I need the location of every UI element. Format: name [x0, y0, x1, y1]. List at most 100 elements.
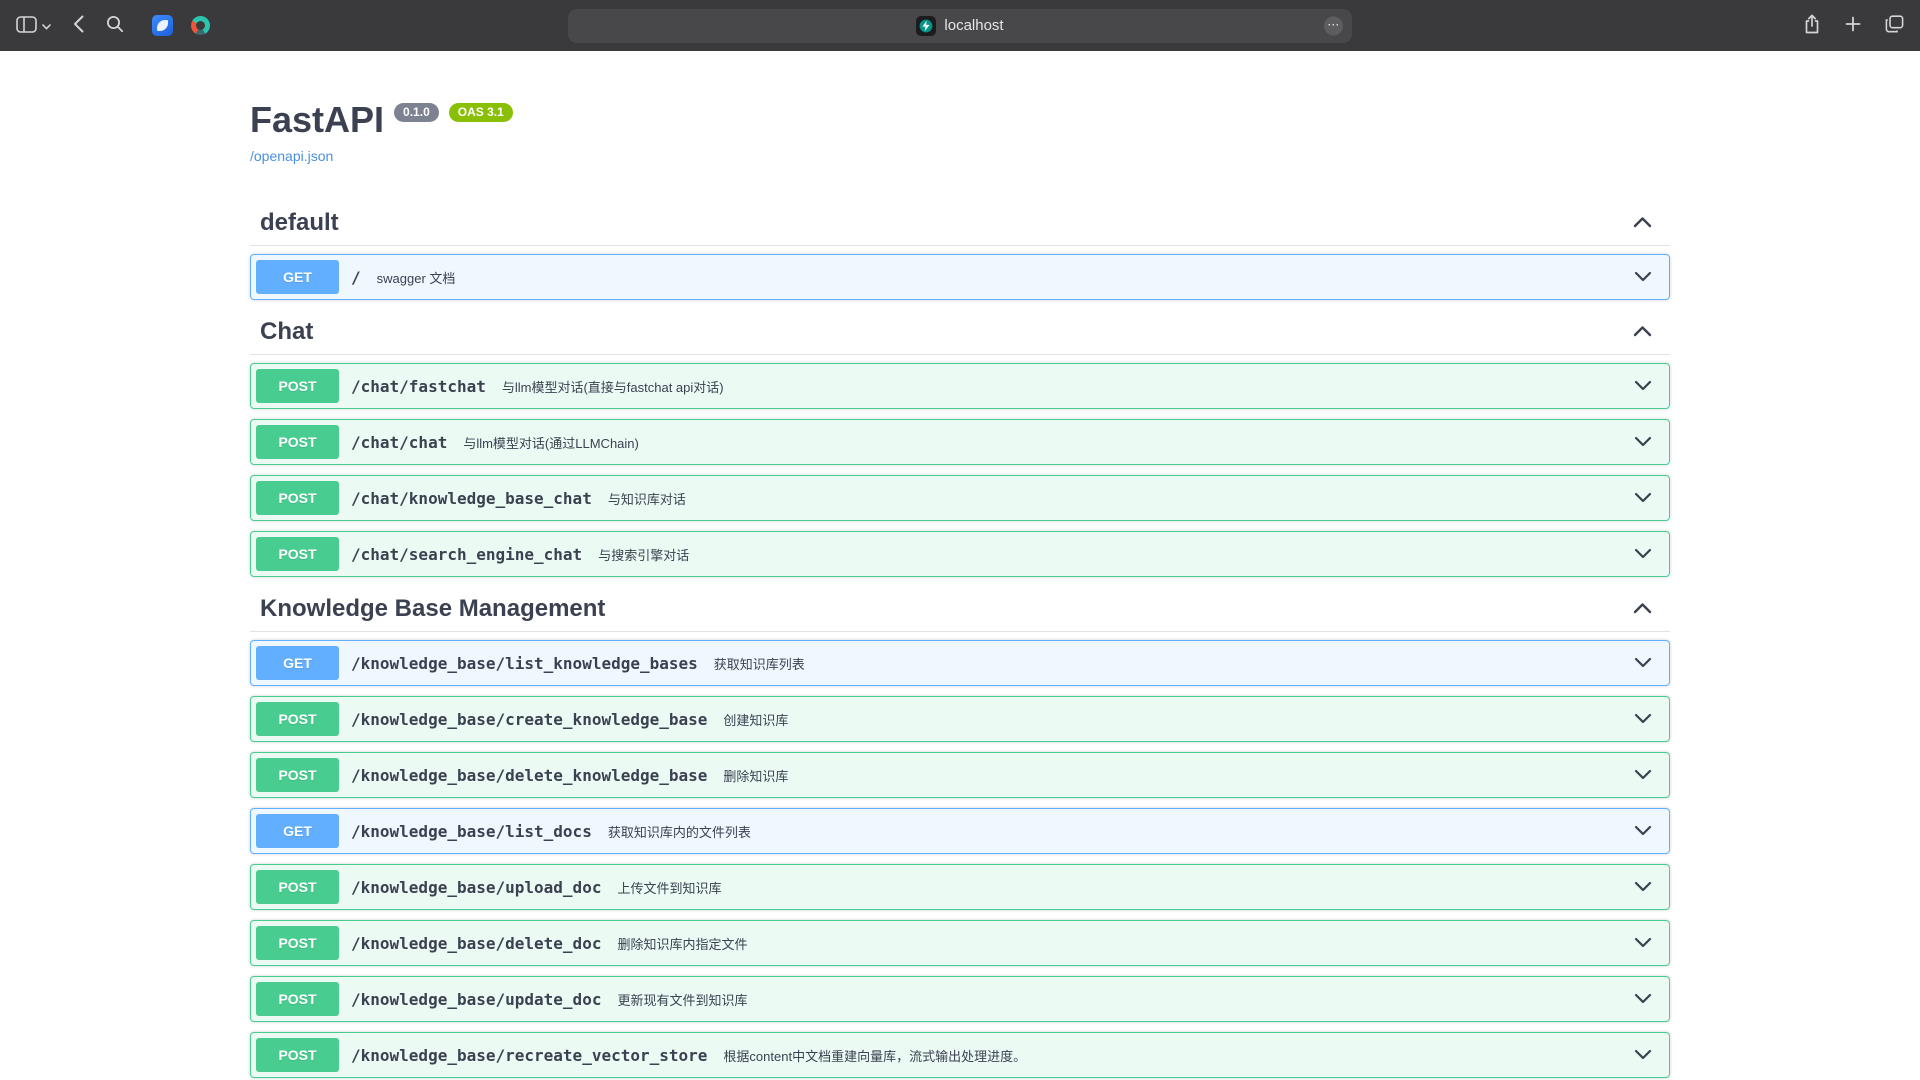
- expand-operation-button[interactable]: [1630, 652, 1656, 675]
- share-button[interactable]: [1803, 14, 1821, 37]
- operation-summary[interactable]: POST /knowledge_base/upload_doc 上传文件到知识库: [251, 865, 1669, 909]
- operation-row[interactable]: POST /knowledge_base/delete_doc 删除知识库内指定…: [250, 920, 1670, 966]
- expand-operation-button[interactable]: [1630, 708, 1656, 731]
- section-header[interactable]: Knowledge Base Management: [250, 587, 1670, 632]
- expand-operation-button[interactable]: [1630, 932, 1656, 955]
- blue-extension-icon: [152, 15, 173, 36]
- operation-path: /chat/knowledge_base_chat: [351, 489, 592, 508]
- chevron-down-icon: [1634, 712, 1652, 727]
- operation-path: /knowledge_base/list_docs: [351, 822, 592, 841]
- operation-summary[interactable]: POST /knowledge_base/update_doc 更新现有文件到知…: [251, 977, 1669, 1021]
- chevron-down-icon: [1634, 435, 1652, 450]
- operation-description: 创建知识库: [723, 710, 788, 729]
- operation-row[interactable]: POST /chat/fastchat 与llm模型对话(直接与fastchat…: [250, 363, 1670, 409]
- oas-badge: OAS 3.1: [449, 103, 513, 122]
- operation-summary[interactable]: POST /knowledge_base/delete_knowledge_ba…: [251, 753, 1669, 797]
- recorder-extension-icon: [191, 16, 210, 35]
- blue-extension-button[interactable]: [152, 15, 173, 36]
- operation-path: /knowledge_base/create_knowledge_base: [351, 710, 707, 729]
- sidebar-toggle-button[interactable]: [16, 16, 51, 36]
- operation-summary[interactable]: GET /knowledge_base/list_knowledge_bases…: [251, 641, 1669, 685]
- expand-operation-button[interactable]: [1630, 431, 1656, 454]
- operation-summary[interactable]: POST /knowledge_base/recreate_vector_sto…: [251, 1033, 1669, 1077]
- operation-row[interactable]: POST /knowledge_base/upload_doc 上传文件到知识库: [250, 864, 1670, 910]
- chevron-down-icon: [1634, 824, 1652, 839]
- operation-row[interactable]: POST /knowledge_base/update_doc 更新现有文件到知…: [250, 976, 1670, 1022]
- search-button[interactable]: [106, 15, 124, 36]
- operation-row[interactable]: GET /knowledge_base/list_knowledge_bases…: [250, 640, 1670, 686]
- chevron-down-icon: [1634, 656, 1652, 671]
- section-collapse-button[interactable]: [1629, 321, 1656, 344]
- expand-operation-button[interactable]: [1630, 764, 1656, 787]
- chevron-down-icon: [42, 18, 51, 33]
- method-badge: GET: [256, 260, 339, 294]
- operation-path: /chat/search_engine_chat: [351, 545, 582, 564]
- operation-row[interactable]: POST /chat/chat 与llm模型对话(通过LLMChain): [250, 419, 1670, 465]
- expand-operation-button[interactable]: [1630, 1044, 1656, 1067]
- chevron-down-icon: [1634, 379, 1652, 394]
- section-header[interactable]: Chat: [250, 310, 1670, 355]
- section-header[interactable]: default: [250, 201, 1670, 246]
- operation-description: swagger 文档: [377, 268, 456, 287]
- operation-description: 上传文件到知识库: [617, 878, 721, 897]
- operation-row[interactable]: POST /chat/search_engine_chat 与搜索引擎对话: [250, 531, 1670, 577]
- expand-operation-button[interactable]: [1630, 543, 1656, 566]
- expand-operation-button[interactable]: [1630, 266, 1656, 289]
- expand-operation-button[interactable]: [1630, 988, 1656, 1011]
- operation-row[interactable]: POST /knowledge_base/delete_knowledge_ba…: [250, 752, 1670, 798]
- operation-summary[interactable]: POST /knowledge_base/delete_doc 删除知识库内指定…: [251, 921, 1669, 965]
- operation-description: 与llm模型对话(直接与fastchat api对话): [502, 377, 724, 396]
- method-badge: POST: [256, 702, 339, 736]
- method-badge: POST: [256, 425, 339, 459]
- method-badge: POST: [256, 758, 339, 792]
- operation-path: /knowledge_base/update_doc: [351, 990, 601, 1009]
- operations-list: POST /chat/fastchat 与llm模型对话(直接与fastchat…: [250, 363, 1670, 577]
- operation-row[interactable]: POST /chat/knowledge_base_chat 与知识库对话: [250, 475, 1670, 521]
- expand-operation-button[interactable]: [1630, 820, 1656, 843]
- operation-path: /knowledge_base/recreate_vector_store: [351, 1046, 707, 1065]
- search-icon: [106, 15, 124, 36]
- chevron-down-icon: [1634, 547, 1652, 562]
- operation-summary[interactable]: POST /chat/fastchat 与llm模型对话(直接与fastchat…: [251, 364, 1669, 408]
- operation-row[interactable]: POST /knowledge_base/recreate_vector_sto…: [250, 1032, 1670, 1078]
- openapi-spec-link[interactable]: /openapi.json: [250, 148, 333, 164]
- page-title: FastAPI 0.1.0 OAS 3.1: [250, 100, 1670, 140]
- address-bar[interactable]: localhost ⋯: [568, 9, 1352, 43]
- operation-summary[interactable]: POST /chat/chat 与llm模型对话(通过LLMChain): [251, 420, 1669, 464]
- operation-summary[interactable]: POST /chat/knowledge_base_chat 与知识库对话: [251, 476, 1669, 520]
- swagger-page: FastAPI 0.1.0 OAS 3.1 /openapi.json defa…: [0, 51, 1920, 1078]
- operation-summary[interactable]: GET / swagger 文档: [251, 255, 1669, 299]
- expand-operation-button[interactable]: [1630, 375, 1656, 398]
- chevron-down-icon: [1634, 1048, 1652, 1063]
- operation-summary[interactable]: POST /knowledge_base/create_knowledge_ba…: [251, 697, 1669, 741]
- sidebar-icon: [16, 16, 37, 36]
- operation-row[interactable]: GET / swagger 文档: [250, 254, 1670, 300]
- operation-path: /knowledge_base/list_knowledge_bases: [351, 654, 698, 673]
- section-collapse-button[interactable]: [1629, 598, 1656, 621]
- api-section: Knowledge Base Management GET /knowledge…: [250, 587, 1670, 1078]
- section-title: Chat: [260, 318, 313, 346]
- expand-operation-button[interactable]: [1630, 876, 1656, 899]
- operation-description: 删除知识库内指定文件: [617, 934, 747, 953]
- tab-overview-button[interactable]: [1885, 15, 1904, 36]
- operation-summary[interactable]: POST /chat/search_engine_chat 与搜索引擎对话: [251, 532, 1669, 576]
- page-menu-ellipsis-icon[interactable]: ⋯: [1324, 16, 1343, 35]
- new-tab-button[interactable]: [1845, 16, 1861, 35]
- method-badge: POST: [256, 369, 339, 403]
- operation-description: 根据content中文档重建向量库，流式输出处理进度。: [723, 1046, 1026, 1065]
- back-button[interactable]: [73, 15, 84, 36]
- recorder-extension-button[interactable]: [191, 16, 210, 35]
- section-collapse-button[interactable]: [1629, 212, 1656, 235]
- method-badge: POST: [256, 481, 339, 515]
- operation-summary[interactable]: GET /knowledge_base/list_docs 获取知识库内的文件列…: [251, 809, 1669, 853]
- method-badge: POST: [256, 537, 339, 571]
- operation-path: /knowledge_base/delete_doc: [351, 934, 601, 953]
- operation-row[interactable]: POST /knowledge_base/create_knowledge_ba…: [250, 696, 1670, 742]
- operation-description: 获取知识库内的文件列表: [608, 822, 751, 841]
- operation-row[interactable]: GET /knowledge_base/list_docs 获取知识库内的文件列…: [250, 808, 1670, 854]
- operations-list: GET / swagger 文档: [250, 254, 1670, 300]
- fastapi-favicon: [916, 16, 936, 36]
- expand-operation-button[interactable]: [1630, 487, 1656, 510]
- chevron-down-icon: [1634, 491, 1652, 506]
- method-badge: GET: [256, 814, 339, 848]
